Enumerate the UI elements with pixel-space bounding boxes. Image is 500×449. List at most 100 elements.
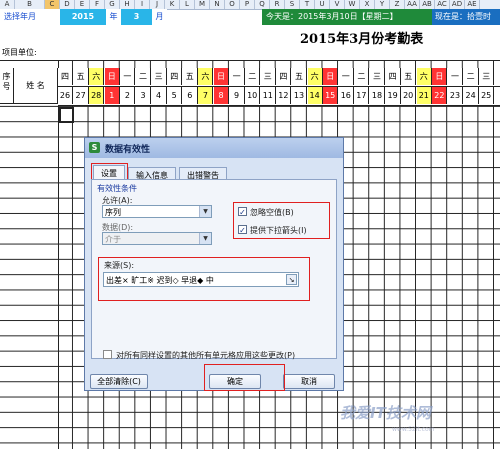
weekday-cell: 二 — [245, 68, 261, 85]
column-header-i[interactable]: I — [135, 0, 150, 9]
column-header-ab[interactable]: AB — [420, 0, 435, 9]
column-header-g[interactable]: G — [105, 0, 120, 9]
column-header-n[interactable]: N — [210, 0, 225, 9]
column-header-y[interactable]: Y — [375, 0, 390, 9]
column-header-c[interactable]: C — [45, 0, 60, 9]
date-row: 26 27 28 1 2 3 4 5 6 7 8 9 10 11 12 13 14 15 16 17 18 19 20 21 2… — [58, 87, 500, 106]
weekday-cell: 日 — [323, 68, 339, 85]
weekday-cell: 四 — [58, 68, 73, 85]
column-header-h[interactable]: H — [120, 0, 135, 9]
data-select: 介于 ▼ — [102, 232, 212, 245]
watermark: 我爱IT技术网 — [340, 404, 431, 422]
column-header-ae[interactable]: AE — [465, 0, 480, 9]
settings-panel: 有效性条件 允许(A): 序列 ▼ 数据(D): 介于 ▼ ✓ 忽略空值(B) … — [91, 179, 337, 359]
column-header-s[interactable]: S — [285, 0, 300, 9]
column-header-q[interactable]: Q — [255, 0, 270, 9]
app-icon: S — [89, 142, 100, 153]
date-cell: 28 — [89, 87, 105, 104]
column-header-e[interactable]: E — [75, 0, 90, 9]
weekday-cell: 三 — [479, 68, 495, 85]
now-banner: 现在是：拾壹时 — [432, 9, 500, 25]
date-cell: 3 — [136, 87, 151, 104]
clear-all-button[interactable]: 全部清除(C) — [90, 374, 148, 389]
apply-all-label: 对所有同样设置的其他所有单元格应用这些更改(P) — [116, 351, 296, 360]
weekday-cell: 三 — [370, 68, 385, 85]
column-header-p[interactable]: P — [240, 0, 255, 9]
column-header-u[interactable]: U — [315, 0, 330, 9]
weekday-cell: 五 — [401, 68, 417, 85]
column-header-r[interactable]: R — [270, 0, 285, 9]
checkbox-highlight — [233, 202, 330, 239]
date-cell: 26 — [58, 87, 73, 104]
date-cell: 13 — [292, 87, 307, 104]
column-header-z[interactable]: Z — [390, 0, 405, 9]
weekday-cell: 三 — [261, 68, 276, 85]
cancel-button[interactable]: 取消 — [283, 374, 335, 389]
weekday-cell: 六 — [89, 68, 105, 85]
weekday-cell: 二 — [464, 68, 479, 85]
ok-highlight — [204, 364, 285, 391]
weekday-cell: 四 — [276, 68, 292, 85]
year-unit: 年 — [106, 9, 121, 25]
unit-label: 项目单位: — [2, 48, 37, 57]
weekday-cell: 三 — [152, 68, 167, 85]
column-header-j[interactable]: J — [150, 0, 165, 9]
column-header-v[interactable]: V — [330, 0, 345, 9]
date-cell: 25 — [479, 87, 495, 104]
date-cell: 24 — [464, 87, 479, 104]
date-cell: 19 — [386, 87, 401, 104]
weekday-cell: 五 — [74, 68, 89, 85]
column-header-ad[interactable]: AD — [450, 0, 465, 9]
date-cell: 20 — [401, 87, 417, 104]
column-header-b[interactable]: B — [15, 0, 45, 9]
weekday-cell: 二 — [136, 68, 151, 85]
date-cell: 8 — [214, 87, 229, 104]
weekday-cell: 日 — [432, 68, 448, 85]
weekday-cell: 二 — [354, 68, 370, 85]
column-header-t[interactable]: T — [300, 0, 315, 9]
chevron-down-icon: ▼ — [199, 233, 211, 244]
month-cell[interactable]: 3 — [121, 9, 152, 25]
chevron-down-icon: ▼ — [199, 206, 211, 217]
date-cell: 9 — [230, 87, 245, 104]
date-cell: 21 — [416, 87, 432, 104]
date-cell: 14 — [307, 87, 323, 104]
dialog-title: 数据有效性 — [105, 145, 151, 155]
date-cell: 7 — [198, 87, 214, 104]
column-header-m[interactable]: M — [195, 0, 210, 9]
column-header-aa[interactable]: AA — [405, 0, 420, 9]
apply-all-checkbox[interactable] — [103, 350, 112, 359]
weekday-cell: 五 — [183, 68, 198, 85]
weekday-cell: 四 — [167, 68, 183, 85]
date-cell: 16 — [339, 87, 354, 104]
date-cell: 15 — [323, 87, 339, 104]
weekday-cell: 一 — [120, 68, 136, 85]
weekday-row: 四五六日一二三四五六日一二三四五六日一二三四五六日一二三 — [58, 68, 500, 87]
column-header-o[interactable]: O — [225, 0, 240, 9]
dialog-titlebar[interactable]: S 数据有效性 — [85, 138, 343, 158]
data-validation-dialog: S 数据有效性 设置 输入信息 出错警告 有效性条件 允许(A): 序列 ▼ 数… — [84, 137, 344, 391]
month-unit: 月 — [152, 9, 167, 25]
column-header-f[interactable]: F — [90, 0, 105, 9]
column-header-ac[interactable]: AC — [435, 0, 450, 9]
date-cell: 11 — [261, 87, 276, 104]
weekday-cell: 六 — [198, 68, 214, 85]
source-highlight — [98, 257, 310, 301]
weekday-cell: 一 — [339, 68, 354, 85]
date-cell: 23 — [448, 87, 463, 104]
column-header-k[interactable]: K — [165, 0, 180, 9]
allow-select[interactable]: 序列 ▼ — [102, 205, 212, 218]
date-cell: 10 — [245, 87, 261, 104]
date-cell: 1 — [104, 87, 120, 104]
weekday-cell: 六 — [307, 68, 323, 85]
column-header-a[interactable]: A — [0, 0, 15, 9]
column-header-d[interactable]: D — [60, 0, 75, 9]
date-cell: 17 — [354, 87, 370, 104]
year-cell[interactable]: 2015 — [60, 9, 106, 25]
column-header-l[interactable]: L — [180, 0, 195, 9]
seq-header: 序号 — [0, 68, 14, 104]
column-header-x[interactable]: X — [360, 0, 375, 9]
weekday-cell: 一 — [448, 68, 463, 85]
column-header-w[interactable]: W — [345, 0, 360, 9]
selected-cell[interactable] — [59, 107, 74, 123]
